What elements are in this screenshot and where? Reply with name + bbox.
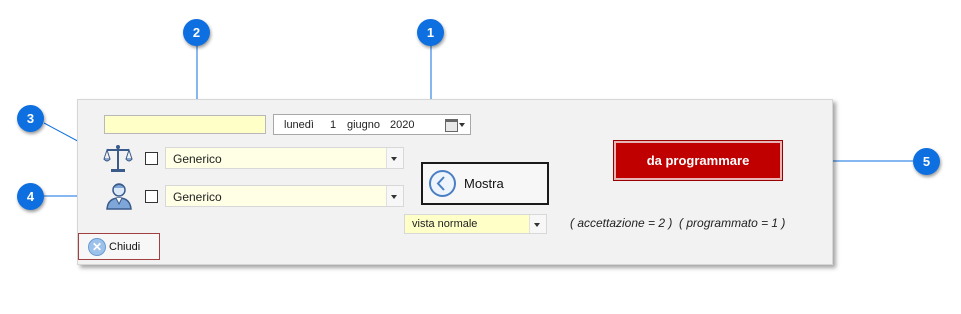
- callout-5: 5: [913, 148, 940, 175]
- clock-icon: [429, 170, 456, 197]
- callout-4: 4: [17, 183, 44, 210]
- chevron-down-icon[interactable]: [459, 123, 465, 127]
- date-day: 1: [330, 119, 337, 131]
- date-picker[interactable]: lunedì 1 giugno 2020: [273, 114, 471, 135]
- callout-1: 1: [417, 19, 444, 46]
- status-counts: ( accettazione = 2 ) ( programmato = 1 ): [570, 216, 786, 230]
- chevron-down-icon: [391, 195, 397, 199]
- filter1-checkbox[interactable]: [145, 152, 158, 165]
- chevron-down-icon: [534, 223, 540, 227]
- date-year: 2020: [390, 119, 415, 131]
- date-month: giugno: [347, 119, 381, 131]
- da-programmare-button[interactable]: da programmare: [613, 140, 783, 181]
- calendar-icon[interactable]: [445, 119, 458, 132]
- user-icon: [104, 180, 134, 210]
- chiudi-button[interactable]: ✕ Chiudi: [78, 233, 160, 260]
- filter2-select[interactable]: Generico: [165, 185, 404, 207]
- callout-2: 2: [183, 19, 210, 46]
- filter1-select[interactable]: Generico: [165, 147, 404, 169]
- date-weekday: lunedì: [284, 119, 314, 131]
- scales-icon: [102, 143, 134, 173]
- search-field[interactable]: [104, 115, 266, 134]
- view-select[interactable]: vista normale: [404, 214, 547, 234]
- mostra-button[interactable]: Mostra: [421, 162, 549, 205]
- filter2-checkbox[interactable]: [145, 190, 158, 203]
- close-icon: ✕: [88, 238, 106, 256]
- callout-3: 3: [17, 105, 44, 132]
- chevron-down-icon: [391, 157, 397, 161]
